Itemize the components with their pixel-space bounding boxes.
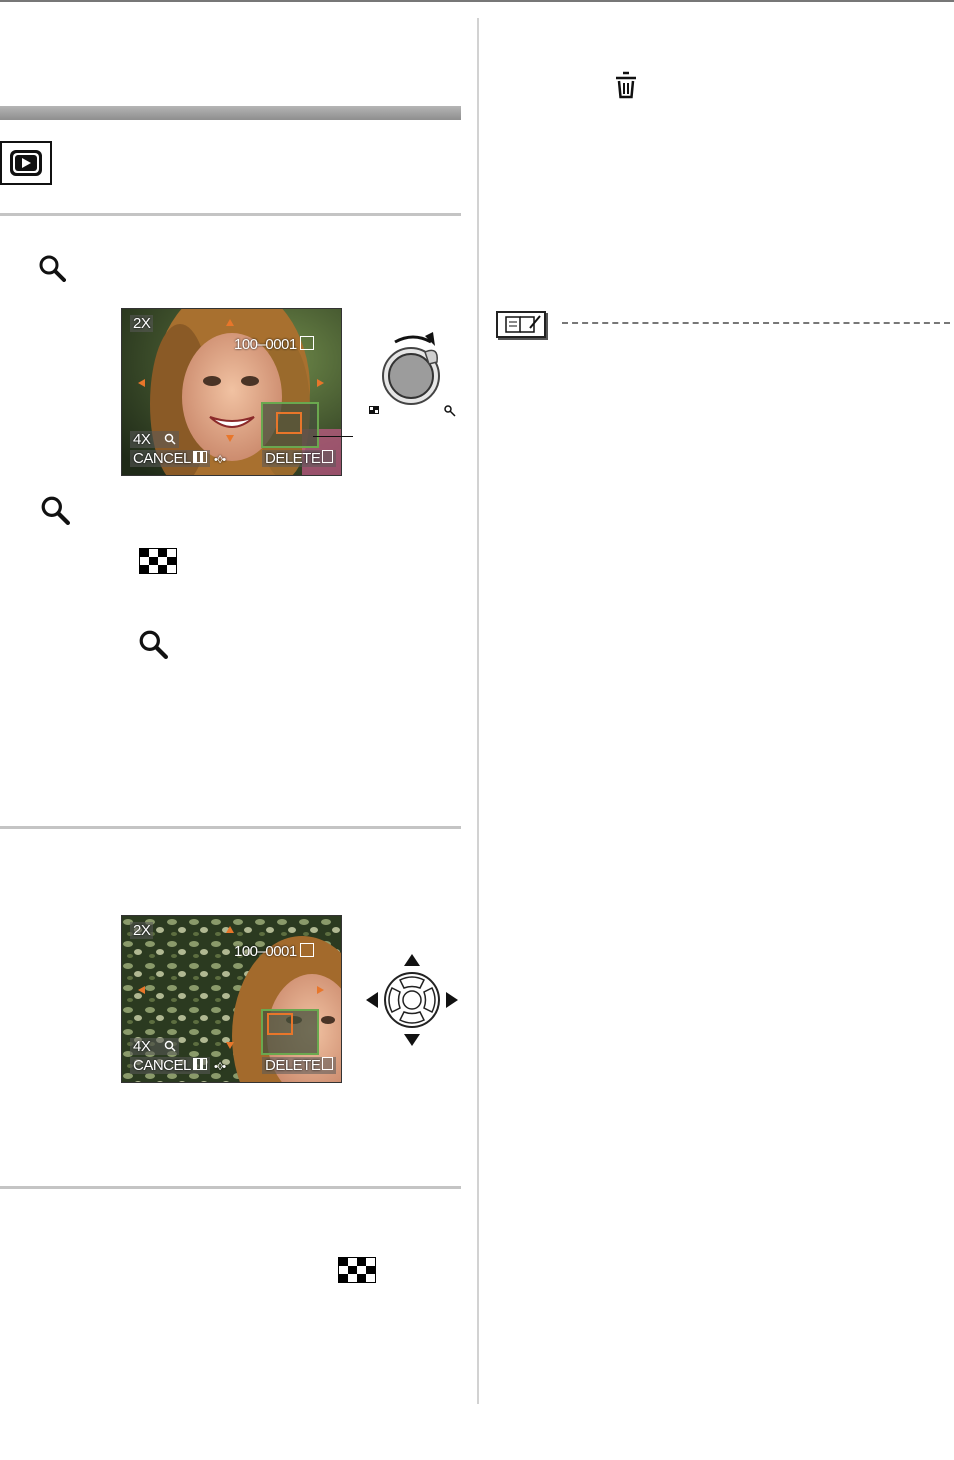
trash-icon [616, 71, 636, 99]
magnifier-icon [41, 496, 70, 525]
zoom-lever-icon [369, 332, 456, 417]
section-rule [0, 1186, 461, 1189]
section-rule [0, 213, 461, 216]
top-rule [0, 0, 954, 2]
cursor-buttons-icon [366, 954, 458, 1046]
multi-playback-icon [139, 548, 177, 574]
multi-playback-icon [338, 1257, 376, 1283]
callout-line [313, 436, 353, 437]
note-separator [562, 322, 950, 324]
magnifier-icon [39, 255, 66, 282]
note-icon [496, 311, 546, 338]
playback-mode-icon [0, 141, 52, 185]
section-header-bar [0, 106, 461, 120]
section-rule [0, 826, 461, 829]
lcd-screen-zoom-2x: 2X 100–0001 4X CANCEL •◊• DELETE [121, 308, 342, 476]
overlay-arrows [138, 926, 324, 1055]
lcd-screen-zoom-moved: 2X 100–0001 4X CANCEL •◊• DELETE [121, 915, 342, 1083]
column-divider [477, 18, 479, 1404]
overlay-arrows [138, 319, 324, 448]
magnifier-icon [139, 630, 168, 659]
